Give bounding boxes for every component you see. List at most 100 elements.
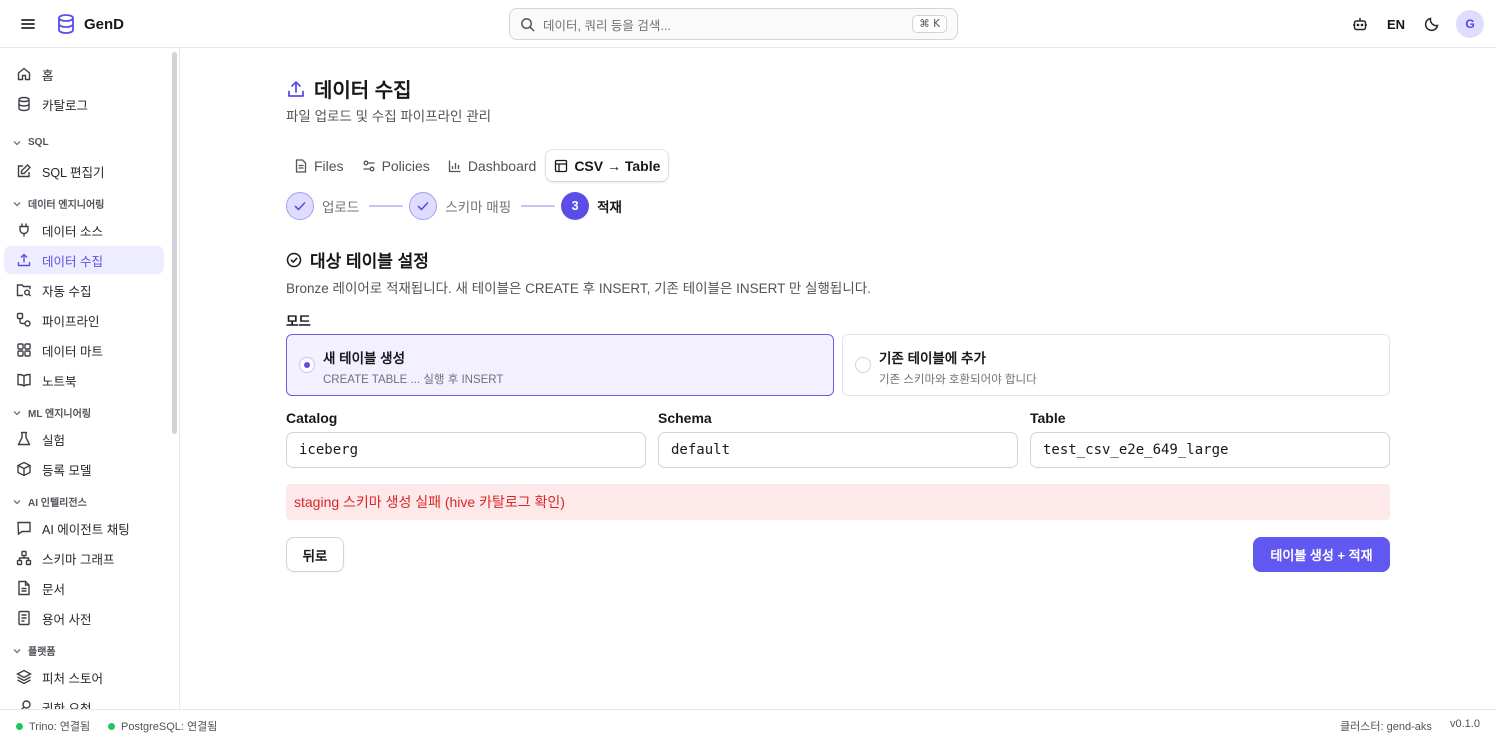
sidebar-item-home[interactable]: 홈 <box>4 60 164 88</box>
sidebar-scrollbar[interactable] <box>172 52 177 434</box>
chevron-down-icon <box>12 199 22 209</box>
sidebar-item-catalog[interactable]: 카탈로그 <box>4 90 164 118</box>
step-connector <box>369 205 404 207</box>
sidebar-item-label: 노트북 <box>42 374 77 389</box>
chevron-down-icon <box>12 408 22 418</box>
radio-selected[interactable] <box>299 357 315 373</box>
language-toggle[interactable]: EN <box>1378 17 1414 32</box>
document-icon <box>16 580 32 596</box>
folder-search-icon <box>16 282 32 298</box>
sidebar-item-data-mart[interactable]: 데이터 마트 <box>4 336 164 364</box>
stepper: 업로드 스키마 매핑 3 적재 <box>286 192 622 220</box>
flask-icon <box>16 431 32 447</box>
sidebar-item-experiments[interactable]: 실험 <box>4 425 164 453</box>
book-icon <box>16 372 32 388</box>
section-title: ML 엔지니어링 <box>28 409 92 420</box>
menu-icon[interactable] <box>18 14 38 34</box>
sidebar-item-label: 카탈로그 <box>42 98 89 113</box>
sidebar-item-auto-ingestion[interactable]: 자동 수집 <box>4 276 164 304</box>
section-data-engineering[interactable]: 데이터 엔지니어링 <box>12 196 104 211</box>
tab-label: Policies <box>381 157 430 174</box>
page-title: 데이터 수집 <box>314 80 412 102</box>
status-dot-icon <box>16 722 23 730</box>
radio-unselected[interactable] <box>855 357 871 373</box>
grid-icon <box>16 342 32 358</box>
sidebar-item-label: SQL 편집기 <box>42 165 105 180</box>
search-input[interactable]: 데이터, 쿼리 등을 검색... ⌘ K <box>509 8 958 40</box>
sidebar-item-label: 권한 요청 <box>42 701 92 710</box>
graph-icon <box>16 550 32 566</box>
step-mapping-check-icon <box>409 192 438 220</box>
sidebar-item-label: 데이터 마트 <box>42 344 103 359</box>
sidebar-item-pipeline[interactable]: 파이프라인 <box>4 306 164 334</box>
edit-icon <box>16 163 32 179</box>
tab-policies[interactable]: Policies <box>354 150 438 181</box>
sidebar-item-data-source[interactable]: 데이터 소스 <box>4 216 164 244</box>
sidebar-item-glossary[interactable]: 용어 사전 <box>4 604 164 632</box>
catalog-field[interactable]: iceberg <box>286 432 646 468</box>
sidebar-item-label: 스키마 그래프 <box>42 552 115 567</box>
step-upload-check-icon <box>286 192 314 220</box>
sidebar-item-notebook[interactable]: 노트북 <box>4 366 164 394</box>
tab-dashboard[interactable]: Dashboard <box>440 150 545 181</box>
tab-csv-to-table[interactable]: CSV → Table <box>546 150 669 181</box>
table-icon <box>554 159 568 173</box>
sidebar: 홈 카탈로그 SQL SQL 편집기 데이터 엔지니어링 데이터 소스 데이터 … <box>0 48 180 709</box>
database-icon <box>16 96 32 112</box>
section-platform[interactable]: 플랫폼 <box>12 643 56 658</box>
table-field[interactable]: test_csv_e2e_649_large <box>1030 432 1390 468</box>
create-and-load-button[interactable]: 테이블 생성 + 적재 <box>1253 537 1390 572</box>
sidebar-item-registered-models[interactable]: 등록 모델 <box>4 455 164 483</box>
layers-icon <box>16 669 32 685</box>
section-sql[interactable]: SQL <box>12 137 49 148</box>
bot-icon[interactable] <box>1342 10 1378 38</box>
back-button[interactable]: 뒤로 <box>286 537 344 572</box>
status-bar: Trino: 연결됨 PostgreSQL: 연결됨 클러스터: gend-ak… <box>0 709 1496 737</box>
step-connector <box>521 205 556 207</box>
cluster-info: 클러스터: gend-aks <box>1340 721 1432 733</box>
sidebar-item-label: 피처 스토어 <box>42 671 103 686</box>
sidebar-item-sql-editor[interactable]: SQL 편집기 <box>4 157 164 185</box>
sidebar-item-schema-graph[interactable]: 스키마 그래프 <box>4 544 164 572</box>
sidebar-item-label: 파이프라인 <box>42 314 100 329</box>
avatar[interactable]: G <box>1456 10 1484 38</box>
sidebar-item-label: 자동 수집 <box>42 284 92 299</box>
mode-option-append-table[interactable]: 기존 테이블에 추가 기존 스키마와 호환되어야 합니다 <box>842 334 1390 396</box>
schema-field[interactable]: default <box>658 432 1018 468</box>
step-label: 스키마 매핑 <box>445 200 512 215</box>
section-title: 데이터 엔지니어링 <box>28 200 105 211</box>
chevron-down-icon <box>12 138 22 148</box>
top-bar: GenD 데이터, 쿼리 등을 검색... ⌘ K EN G <box>0 0 1496 48</box>
cube-icon <box>16 461 32 477</box>
version: v0.1.0 <box>1450 718 1480 730</box>
sidebar-item-feature-store[interactable]: 피처 스토어 <box>4 663 164 691</box>
page-subtitle: 파일 업로드 및 수집 파이프라인 관리 <box>286 109 492 124</box>
sidebar-item-data-ingestion[interactable]: 데이터 수집 <box>4 246 164 274</box>
sidebar-item-label: 등록 모델 <box>42 463 92 478</box>
catalog-label: Catalog <box>286 410 338 426</box>
chevron-down-icon <box>12 646 22 656</box>
tab-files[interactable]: Files <box>286 150 352 181</box>
sidebar-item-ai-agent-chat[interactable]: AI 에이전트 채팅 <box>4 514 164 542</box>
search-shortcut: ⌘ K <box>912 15 947 33</box>
tab-label: Files <box>314 157 344 174</box>
section-ml-engineering[interactable]: ML 엔지니어링 <box>12 405 91 420</box>
mode-option-new-table[interactable]: 새 테이블 생성 CREATE TABLE ... 실행 후 INSERT <box>286 334 834 396</box>
section-ai-intelligence[interactable]: AI 인텔리전스 <box>12 494 87 509</box>
upload-icon <box>16 252 32 268</box>
postgres-status-text: PostgreSQL: 연결됨 <box>121 721 218 733</box>
sidebar-item-documents[interactable]: 문서 <box>4 574 164 602</box>
pipeline-icon <box>16 312 32 328</box>
section-title: SQL <box>28 137 49 148</box>
mode-option-desc: 기존 스키마와 호환되어야 합니다 <box>879 374 1037 386</box>
section-title: AI 인텔리전스 <box>28 498 87 509</box>
section-title: 대상 테이블 설정 <box>310 252 429 271</box>
step-label: 업로드 <box>322 200 360 215</box>
sidebar-item-access-request[interactable]: 권한 요청 <box>4 693 164 709</box>
tab-label: CSV → Table <box>574 157 661 174</box>
brand[interactable]: GenD <box>56 13 124 35</box>
postgres-status: PostgreSQL: 연결됨 <box>108 718 217 734</box>
mode-option-desc: CREATE TABLE ... 실행 후 INSERT <box>323 374 504 386</box>
search-placeholder: 데이터, 쿼리 등을 검색... <box>543 18 671 33</box>
moon-icon[interactable] <box>1414 10 1450 38</box>
